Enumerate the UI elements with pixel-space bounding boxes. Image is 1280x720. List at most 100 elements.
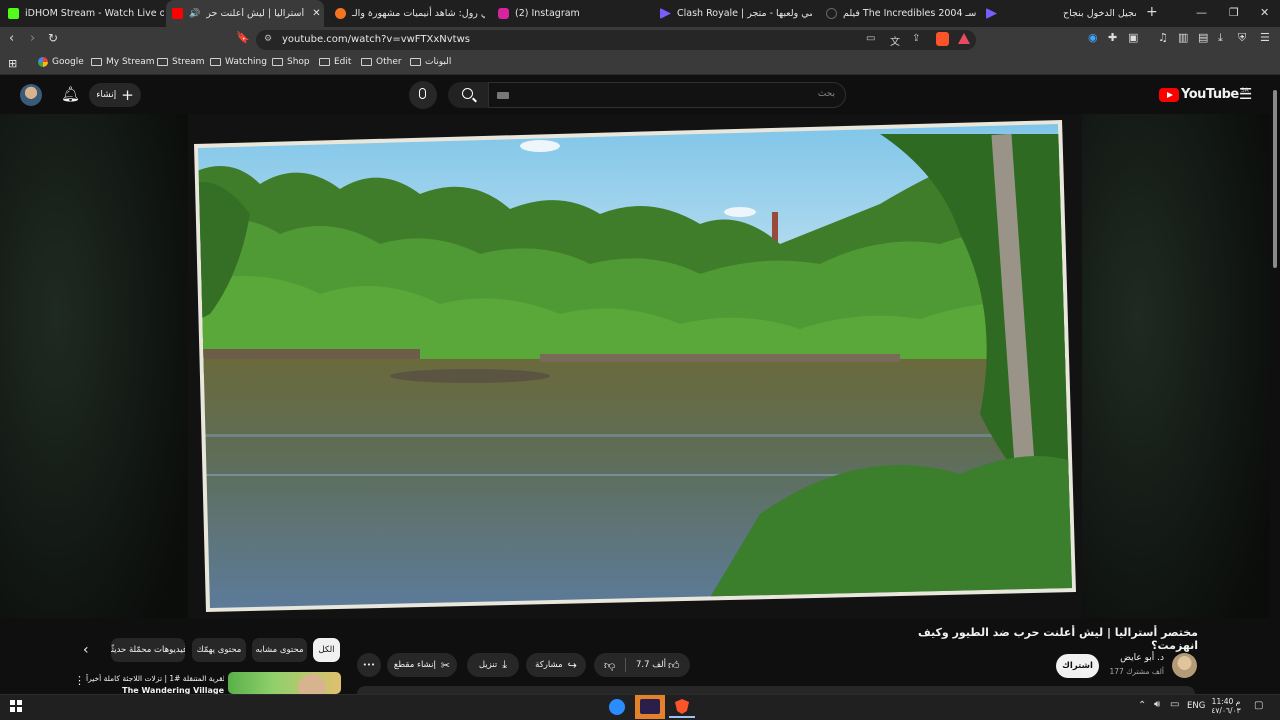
- youtube-header: 🔔︎ إنشاء + بحث YouTube SA ☰: [0, 76, 1280, 114]
- chip-recently-uploaded[interactable]: فيديوهات محمّلة حديثًا: [111, 638, 185, 662]
- speaker-icon[interactable]: 🔊: [189, 9, 200, 19]
- restore-icon[interactable]: ❐: [1229, 6, 1239, 19]
- share-button[interactable]: مشاركة ↪: [526, 653, 586, 677]
- bookmark-icon[interactable]: 🔖: [236, 31, 250, 44]
- search-button[interactable]: [448, 82, 489, 108]
- volume-icon[interactable]: 🔊︎: [1154, 699, 1160, 710]
- tab-clash-royale[interactable]: Clash Royale | متجر ...ر شخصي ولعبها - م…: [660, 0, 812, 27]
- tab-kick[interactable]: iDHOM Stream - Watch Live on Kick: [8, 0, 164, 27]
- scrollbar-thumb[interactable]: [1273, 90, 1277, 268]
- like-icon[interactable]: 👍︎: [668, 659, 680, 672]
- keyboard-icon[interactable]: [497, 92, 509, 99]
- subscribe-button[interactable]: اشتراك: [1056, 654, 1099, 678]
- bookmark-label: Edit: [334, 57, 352, 67]
- recommended-more-icon[interactable]: ⋮: [74, 674, 85, 687]
- tab-title: iDHOM Stream - Watch Live on Kick: [25, 8, 164, 19]
- site-settings-icon[interactable]: ⚙: [264, 34, 272, 44]
- menu-icon[interactable]: ☰: [1260, 31, 1270, 44]
- more-actions-button[interactable]: •••: [357, 653, 381, 677]
- chip-all[interactable]: الكل: [313, 638, 340, 662]
- bookmark-label: My Stream: [106, 57, 155, 67]
- recommended-title[interactable]: القرية المتنقلة #1 | تزلات اللاجئة كاملة…: [86, 674, 224, 683]
- windows-start-icon[interactable]: [10, 700, 22, 712]
- tab-title: (2) Instagram: [515, 8, 580, 19]
- tab-title: فيلم The Incredibles 2004 مترجم - سـ: [843, 8, 976, 19]
- page-scrollbar[interactable]: [1270, 76, 1280, 694]
- share-arrow-icon: ↪: [567, 658, 577, 672]
- guide-menu-icon[interactable]: ☰: [1239, 85, 1252, 103]
- recommended-thumbnail[interactable]: [228, 672, 341, 694]
- bookmark-other[interactable]: Other: [361, 57, 402, 67]
- youtube-logo[interactable]: YouTube SA: [1159, 87, 1249, 102]
- sidebar-icon[interactable]: ▥: [1178, 31, 1188, 44]
- bookmark-label: Stream: [172, 57, 205, 67]
- search-input[interactable]: بحث: [488, 82, 846, 108]
- reload-icon[interactable]: ↻: [48, 31, 58, 45]
- taskbar-app-next[interactable]: [635, 695, 665, 719]
- dislike-icon[interactable]: 👎︎: [604, 659, 615, 672]
- video-player[interactable]: [0, 114, 1270, 618]
- tray-overflow-icon[interactable]: ⌃: [1138, 700, 1146, 711]
- video-title: مختصر أستراليا | ليش أعلنت حرب ضد الطيور…: [917, 626, 1198, 652]
- input-language[interactable]: ENG: [1187, 701, 1205, 711]
- create-button[interactable]: إنشاء +: [89, 83, 141, 107]
- bookmark-stream[interactable]: Stream: [157, 57, 205, 67]
- folder-icon: [210, 58, 221, 66]
- avatar[interactable]: [20, 84, 42, 106]
- bookmark-watching[interactable]: Watching: [210, 57, 267, 67]
- taskbar-app-nest[interactable]: [604, 696, 630, 718]
- tab-incredibles[interactable]: فيلم The Incredibles 2004 مترجم - سـ: [826, 0, 976, 27]
- vpn-icon[interactable]: ⛨: [1238, 31, 1246, 45]
- taskbar-app-brave[interactable]: [669, 696, 695, 718]
- network-icon[interactable]: ▭: [1170, 699, 1179, 710]
- apps-grid-icon[interactable]: ⊞: [8, 57, 17, 70]
- url-field[interactable]: ⚙ youtube.com/watch?v=vwFTXxNvtws ▭ 文 ⇪: [256, 30, 976, 50]
- brave-shields-icon[interactable]: [936, 32, 949, 46]
- tab-login-success[interactable]: تم تسجيل الدخول بنجاح: [986, 0, 1136, 27]
- tab-youtube-active[interactable]: 🔊 مختصر أستراليا | ليش أعلنت حر... ✕: [166, 0, 324, 27]
- bookmark-shop[interactable]: Shop: [272, 57, 310, 67]
- chips-prev-icon[interactable]: ‹: [83, 642, 89, 658]
- cast-icon[interactable]: ▭: [866, 33, 875, 44]
- translate-icon[interactable]: 文: [890, 33, 900, 48]
- voice-search-button[interactable]: [409, 81, 437, 109]
- share-icon[interactable]: ⇪: [912, 33, 920, 44]
- tab-crunchyroll[interactable]: كرانشي رول: شاهد أنيميات مشهورة والـ: [335, 0, 485, 27]
- screenshot-icon[interactable]: ▣: [1128, 31, 1138, 44]
- bookmark-label: البونات: [425, 57, 452, 67]
- bookmark-edit[interactable]: Edit: [319, 57, 351, 67]
- downloads-icon[interactable]: ⤓: [1218, 31, 1223, 45]
- bookmark-arabic-folder[interactable]: البونات: [410, 57, 451, 67]
- url-text: youtube.com/watch?v=vwFTXxNvtws: [282, 34, 470, 45]
- close-window-icon[interactable]: ✕: [1260, 6, 1269, 19]
- download-button[interactable]: تنزيل ⤓: [467, 653, 519, 677]
- clip-button[interactable]: إنشاء مقطع ✂: [387, 653, 457, 677]
- wallet-icon[interactable]: ▤: [1198, 31, 1208, 44]
- like-divider: [625, 658, 626, 672]
- brave-rewards-icon[interactable]: [958, 33, 970, 44]
- extensions-icon[interactable]: ✚: [1108, 31, 1117, 44]
- folder-icon: [91, 58, 102, 66]
- voice-icon[interactable]: ◉: [1088, 31, 1098, 44]
- create-label: إنشاء: [96, 90, 117, 100]
- video-frame-image: [0, 114, 1270, 618]
- new-tab-button[interactable]: +: [1146, 4, 1158, 20]
- clock-date: ٤٧/٠٦/٠٣: [1211, 706, 1241, 715]
- bookmark-my-stream[interactable]: My Stream: [91, 57, 155, 67]
- clock[interactable]: 11:40 م ٤٧/٠٦/٠٣: [1208, 697, 1244, 715]
- back-icon[interactable]: ‹: [9, 31, 14, 46]
- tab-instagram[interactable]: (2) Instagram: [498, 0, 648, 27]
- channel-avatar[interactable]: [1172, 653, 1197, 678]
- close-tab-icon[interactable]: ✕: [312, 8, 320, 19]
- channel-name[interactable]: د. أبو عايض: [1100, 653, 1164, 663]
- notification-center-icon[interactable]: ▢: [1254, 700, 1263, 711]
- bookmark-google[interactable]: Google: [38, 57, 84, 67]
- forward-icon[interactable]: ›: [30, 31, 35, 46]
- music-icon[interactable]: ♫: [1158, 31, 1168, 44]
- like-count: 7.7 ألف: [636, 660, 666, 670]
- chip-for-you[interactable]: محتوى يهمّك: [192, 638, 246, 662]
- chip-related[interactable]: محتوى مشابه: [252, 638, 307, 662]
- notifications-bell-icon[interactable]: 🔔︎: [61, 85, 80, 103]
- minimize-icon[interactable]: —: [1196, 6, 1207, 19]
- loading-icon: [826, 8, 837, 19]
